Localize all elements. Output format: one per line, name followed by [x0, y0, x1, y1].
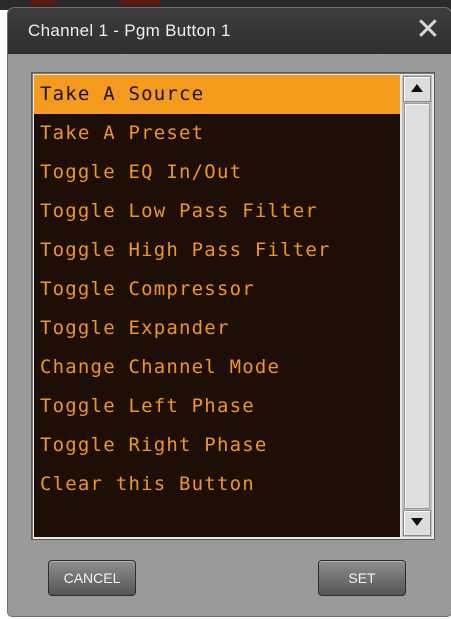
list-item[interactable]: Toggle Left Phase	[34, 387, 400, 426]
vertical-scrollbar[interactable]	[402, 75, 432, 537]
arrow-down-icon	[411, 518, 423, 526]
cancel-button[interactable]: CANCEL	[48, 560, 136, 596]
list-item[interactable]: Clear this Button	[34, 465, 400, 504]
list-item[interactable]: Toggle Right Phase	[34, 426, 400, 465]
list-item[interactable]: Toggle EQ In/Out	[34, 153, 400, 192]
set-button[interactable]: SET	[318, 560, 406, 596]
background-accent	[120, 0, 160, 6]
list-item[interactable]: Toggle Compressor	[34, 270, 400, 309]
list-item[interactable]: Toggle Low Pass Filter	[34, 192, 400, 231]
list-item[interactable]: Take A Preset	[34, 114, 400, 153]
list-item[interactable]: Toggle Expander	[34, 309, 400, 348]
program-button-dialog: Channel 1 - Pgm Button 1 ✕ Take A Source…	[8, 8, 451, 616]
close-icon[interactable]: ✕	[413, 14, 443, 46]
scroll-up-button[interactable]	[403, 76, 431, 102]
list-item[interactable]: Change Channel Mode	[34, 348, 400, 387]
function-list[interactable]: Take A Source Take A Preset Toggle EQ In…	[34, 75, 400, 537]
function-list-box: Take A Source Take A Preset Toggle EQ In…	[31, 72, 435, 540]
arrow-up-icon	[411, 84, 423, 92]
title-bar: Channel 1 - Pgm Button 1 ✕	[8, 8, 451, 54]
dialog-title: Channel 1 - Pgm Button 1	[28, 21, 231, 40]
list-item[interactable]: Toggle High Pass Filter	[34, 231, 400, 270]
scroll-thumb[interactable]	[404, 103, 430, 509]
list-item-selected[interactable]: Take A Source	[34, 75, 400, 114]
scroll-down-button[interactable]	[403, 510, 431, 536]
background-accent	[30, 0, 56, 6]
